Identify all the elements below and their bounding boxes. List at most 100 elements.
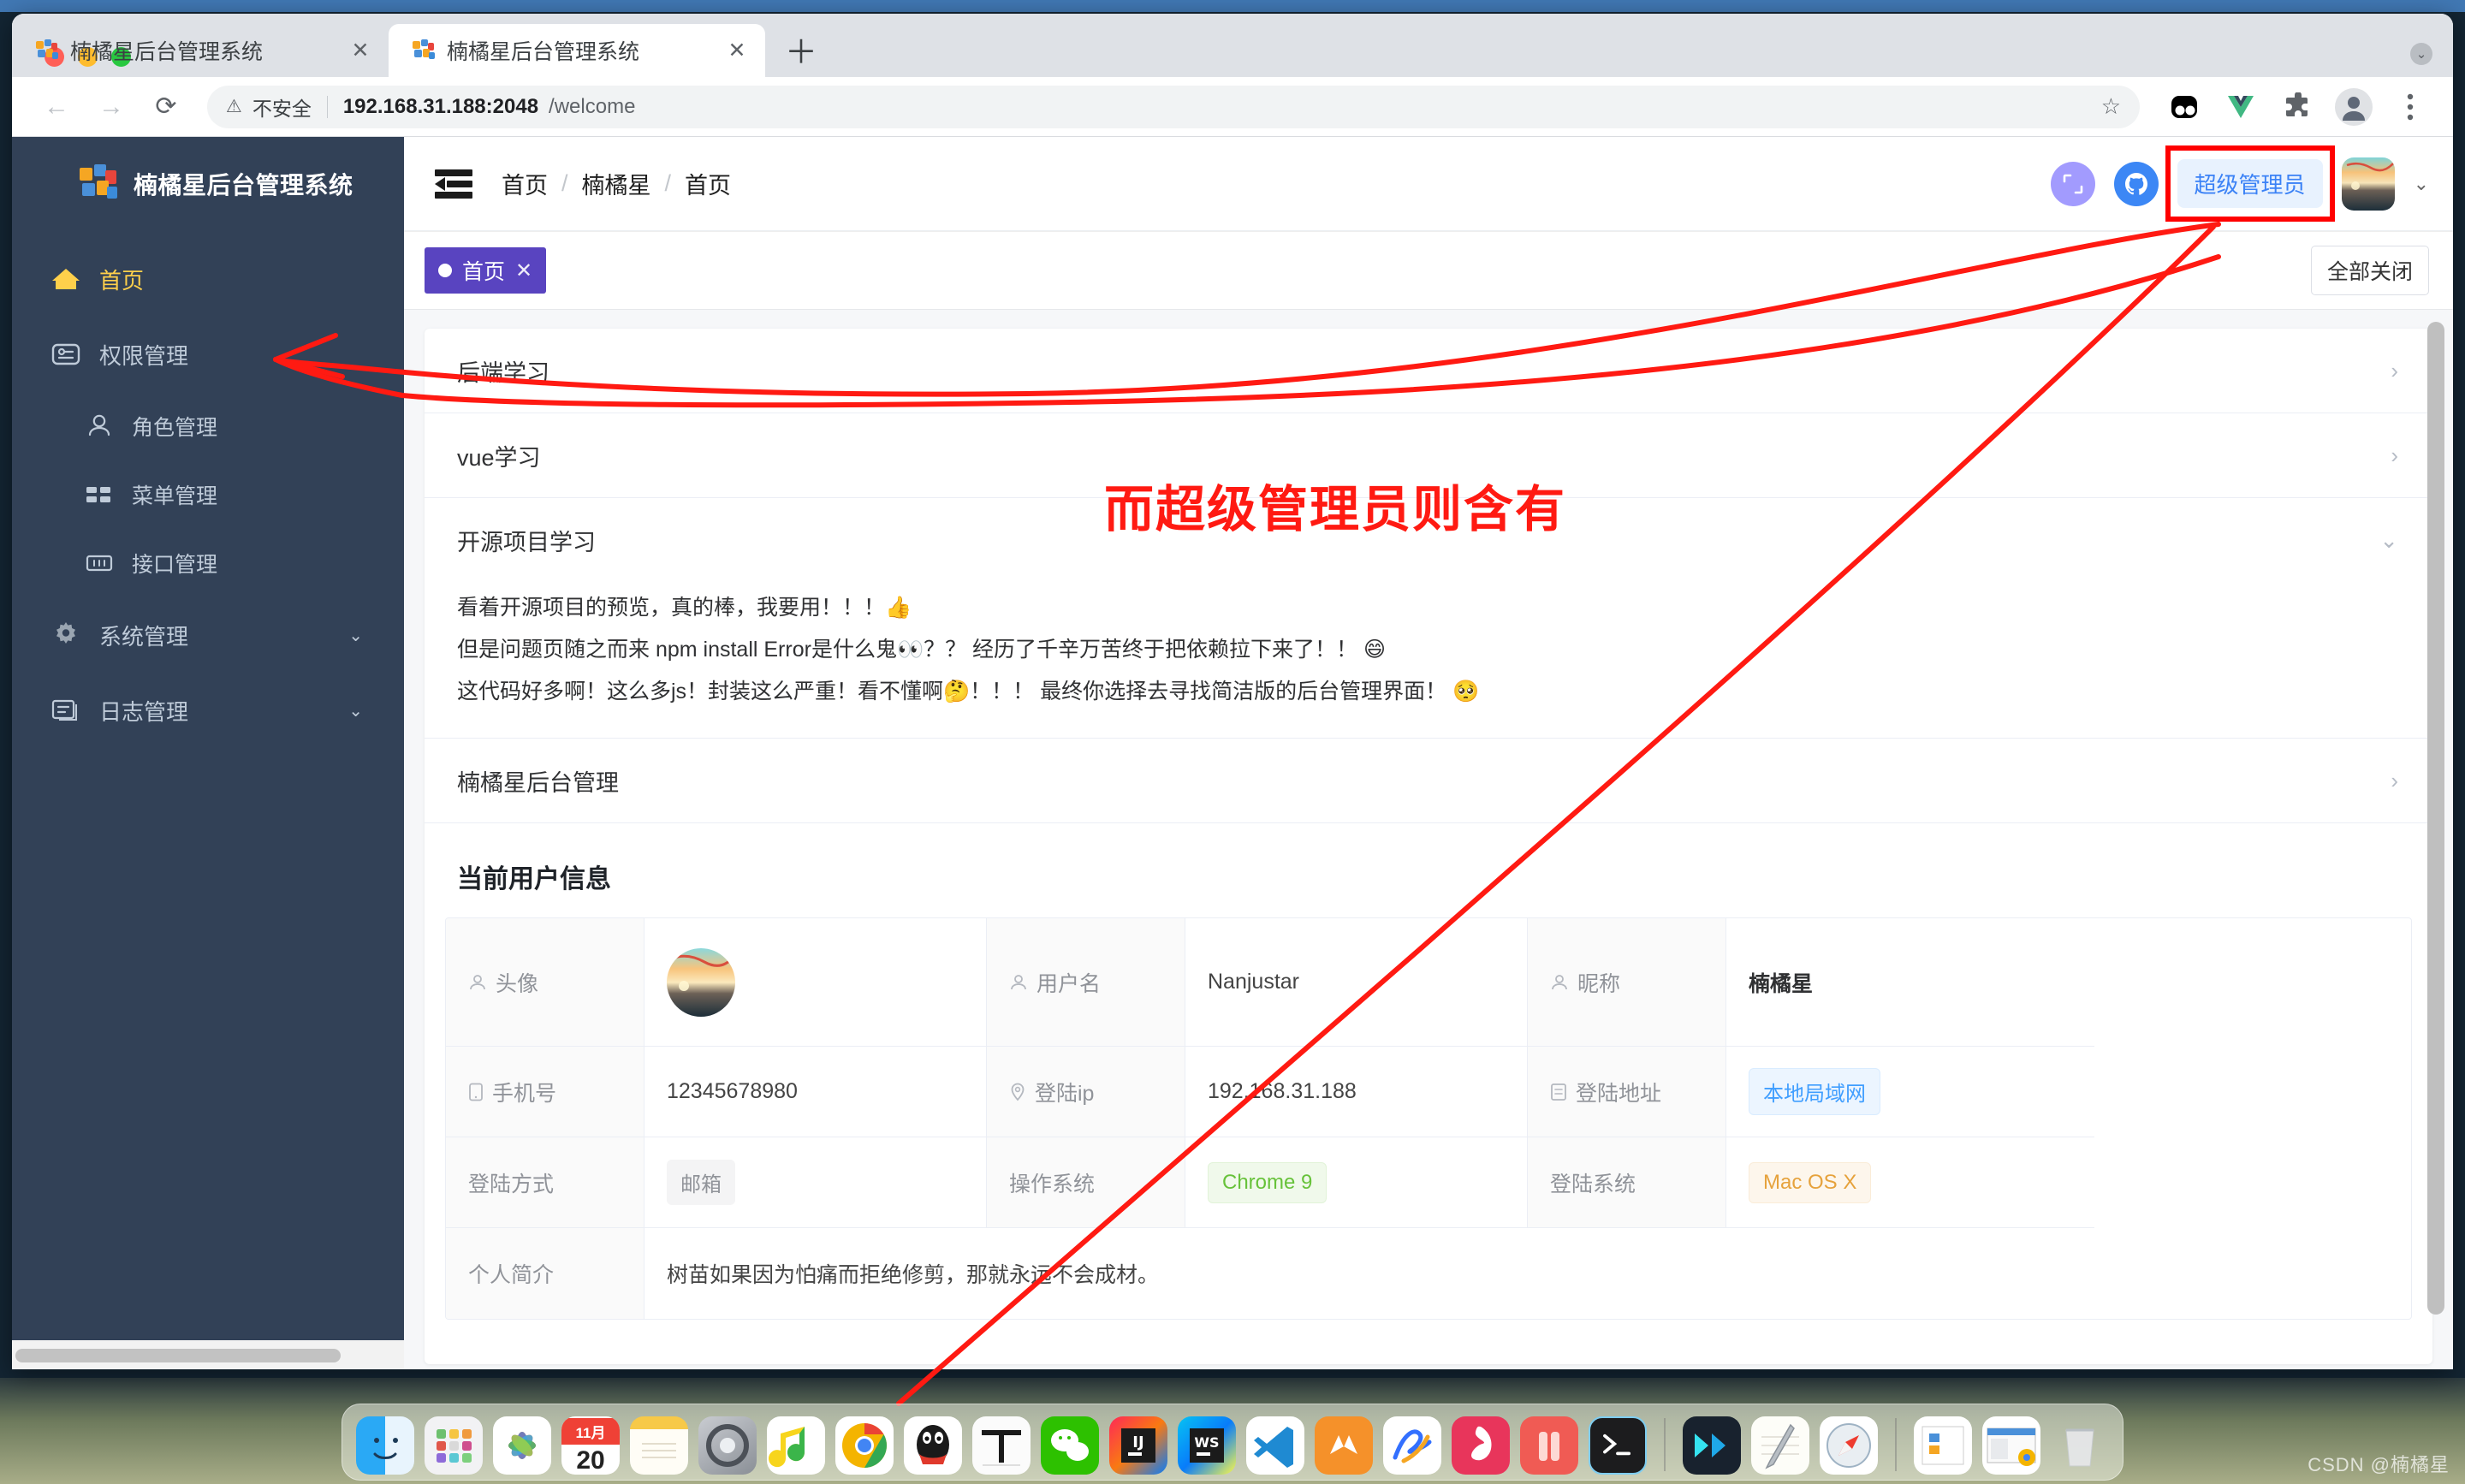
table-label-bio: 个人简介 (446, 1228, 644, 1319)
tab-close-icon[interactable]: ✕ (347, 38, 373, 63)
calendar-icon[interactable]: 11月 20 (561, 1416, 620, 1475)
browser-toolbar: ← → ⟳ ⚠ 不安全 192.168.31.188:2048 /welcome… (12, 77, 2453, 137)
tag-label: 首页 (462, 255, 505, 286)
table-label-login-ip: 登陆ip (987, 1047, 1185, 1137)
puzzle-extensions-icon[interactable] (2275, 85, 2319, 129)
launchpad-icon[interactable] (425, 1416, 483, 1475)
page-title: 当前用户信息 (425, 823, 2432, 917)
chrome-icon[interactable] (835, 1416, 894, 1475)
role-badge[interactable]: 超级管理员 (2177, 159, 2323, 208)
table-cell-login-address: 本地局域网 (1726, 1047, 2094, 1137)
collapse-menu-icon[interactable] (435, 169, 472, 199)
permission-icon (51, 340, 80, 369)
collapse-header[interactable]: 楠橘星后台管理 › (425, 739, 2432, 822)
finder-icon[interactable] (356, 1416, 414, 1475)
scrollbar-thumb[interactable] (15, 1349, 341, 1362)
tag-close-icon[interactable]: ✕ (515, 258, 532, 283)
app-logo-icon (77, 163, 118, 205)
table-label-text: 登陆ip (1035, 1077, 1094, 1107)
vue-devtools-icon[interactable] (2218, 85, 2263, 129)
sidebar-item-permission[interactable]: 权限管理 (12, 317, 404, 392)
sidebar-item-api-management[interactable]: 接口管理 (12, 529, 404, 597)
new-tab-button[interactable]: ＋ (777, 25, 825, 73)
table-label-login-system: 登陆系统 (1528, 1137, 1726, 1228)
collapse-item-admin: 楠橘星后台管理 › (425, 739, 2432, 823)
swift-icon[interactable] (1315, 1416, 1373, 1475)
browser-window: 楠橘星后台管理系统 ✕ 楠橘星后台管理系统 ✕ ＋ ⌄ ← → ⟳ (12, 14, 2453, 1369)
status-badge: 邮箱 (667, 1160, 735, 1205)
terminal-icon[interactable] (1589, 1416, 1647, 1475)
sidebar-item-log-management[interactable]: 日志管理 ⌄ (12, 673, 404, 748)
settings-icon[interactable] (698, 1416, 757, 1475)
page-vertical-scrollbar[interactable] (2427, 322, 2444, 1357)
table-cell-avatar (644, 918, 987, 1047)
browser-tab-1[interactable]: 楠橘星后台管理系统 ✕ (12, 24, 389, 77)
sidebar-item-home[interactable]: 首页 (12, 241, 404, 317)
avatar (667, 948, 735, 1017)
dock-separator (1895, 1418, 1897, 1471)
tab-close-icon[interactable]: ✕ (724, 38, 750, 63)
firefox-icon[interactable] (1452, 1416, 1510, 1475)
annotation-text: 而超级管理员则含有 (1104, 469, 1566, 541)
trash-icon[interactable] (2051, 1416, 2109, 1475)
finder-window-icon[interactable] (1914, 1416, 1972, 1475)
table-label-username: 用户名 (987, 918, 1185, 1047)
three-dot-menu-icon[interactable] (2388, 85, 2432, 129)
browser-tab-2[interactable]: 楠橘星后台管理系统 ✕ (389, 24, 765, 77)
dark-reader-icon[interactable] (2162, 85, 2207, 129)
list-icon (1550, 1083, 1567, 1101)
books-icon[interactable] (1520, 1416, 1578, 1475)
wemeet-icon[interactable] (1683, 1416, 1741, 1475)
wechat-icon[interactable] (1041, 1416, 1099, 1475)
profile-avatar-icon[interactable] (2331, 85, 2376, 129)
close-all-tags-button[interactable]: 全部关闭 (2311, 246, 2429, 295)
reload-button[interactable]: ⟳ (142, 83, 190, 131)
table-cell-bio: 树苗如果因为怕痛而拒绝修剪，那就永远不会成材。 (644, 1228, 2094, 1319)
sidebar-item-role-management[interactable]: 角色管理 (12, 392, 404, 460)
status-badge: Chrome 9 (1208, 1162, 1327, 1203)
breadcrumb-item-2[interactable]: 首页 (685, 167, 731, 200)
back-button[interactable]: ← (33, 83, 80, 131)
window-expand-icon[interactable]: ⌄ (2410, 43, 2432, 65)
macos-dock: 11月 20 IJ WS (342, 1404, 2123, 1481)
breadcrumb-item-1[interactable]: 楠橘星 (582, 167, 651, 200)
address-bar[interactable]: ⚠ 不安全 192.168.31.188:2048 /welcome ☆ (207, 86, 2140, 128)
tag-item-home[interactable]: 首页 ✕ (425, 247, 546, 294)
sidebar-subitem-label: 角色管理 (132, 411, 217, 442)
feishu-icon[interactable] (1383, 1416, 1441, 1475)
watermark: CSDN @楠橘星 (2308, 1450, 2450, 1477)
breadcrumb-item-0[interactable]: 首页 (502, 167, 548, 200)
avatar[interactable] (2342, 157, 2395, 211)
safari-icon[interactable] (1820, 1416, 1878, 1475)
sidebar-brand[interactable]: 楠橘星后台管理系统 (12, 137, 404, 231)
vscode-icon[interactable] (1246, 1416, 1304, 1475)
github-icon[interactable] (2114, 162, 2159, 206)
macos-menubar (0, 0, 2465, 12)
chevron-down-icon[interactable]: ⌄ (2414, 173, 2429, 195)
notes2-icon[interactable] (1751, 1416, 1809, 1475)
photos-icon[interactable] (493, 1416, 551, 1475)
divider (327, 96, 328, 118)
chrome-window-icon[interactable] (1982, 1416, 2040, 1475)
sidebar-brand-label: 楠橘星后台管理系统 (134, 167, 353, 201)
sidebar-horizontal-scrollbar[interactable] (12, 1340, 404, 1369)
notes-icon[interactable] (630, 1416, 688, 1475)
svg-text:IJ: IJ (1132, 1434, 1143, 1451)
webstorm-icon[interactable]: WS (1178, 1416, 1236, 1475)
forward-button[interactable]: → (87, 83, 135, 131)
table-label-phone: 手机号 (446, 1047, 644, 1137)
typora-icon[interactable] (972, 1416, 1031, 1475)
bookmark-star-icon[interactable]: ☆ (2101, 93, 2121, 120)
table-label-text: 头像 (496, 967, 538, 998)
qq-icon[interactable] (904, 1416, 962, 1475)
chevron-down-icon: ⌄ (348, 625, 363, 646)
sidebar-item-menu-management[interactable]: 菜单管理 (12, 460, 404, 529)
music-icon[interactable] (767, 1416, 825, 1475)
intellij-idea-icon[interactable]: IJ (1109, 1416, 1167, 1475)
table-label-text: 昵称 (1577, 967, 1620, 998)
collapse-header[interactable]: 后端学习 › (425, 329, 2432, 413)
breadcrumb-separator: / (665, 170, 672, 197)
scrollbar-thumb[interactable] (2427, 322, 2444, 1315)
fullscreen-icon[interactable] (2051, 162, 2095, 206)
sidebar-item-system-management[interactable]: 系统管理 ⌄ (12, 597, 404, 673)
